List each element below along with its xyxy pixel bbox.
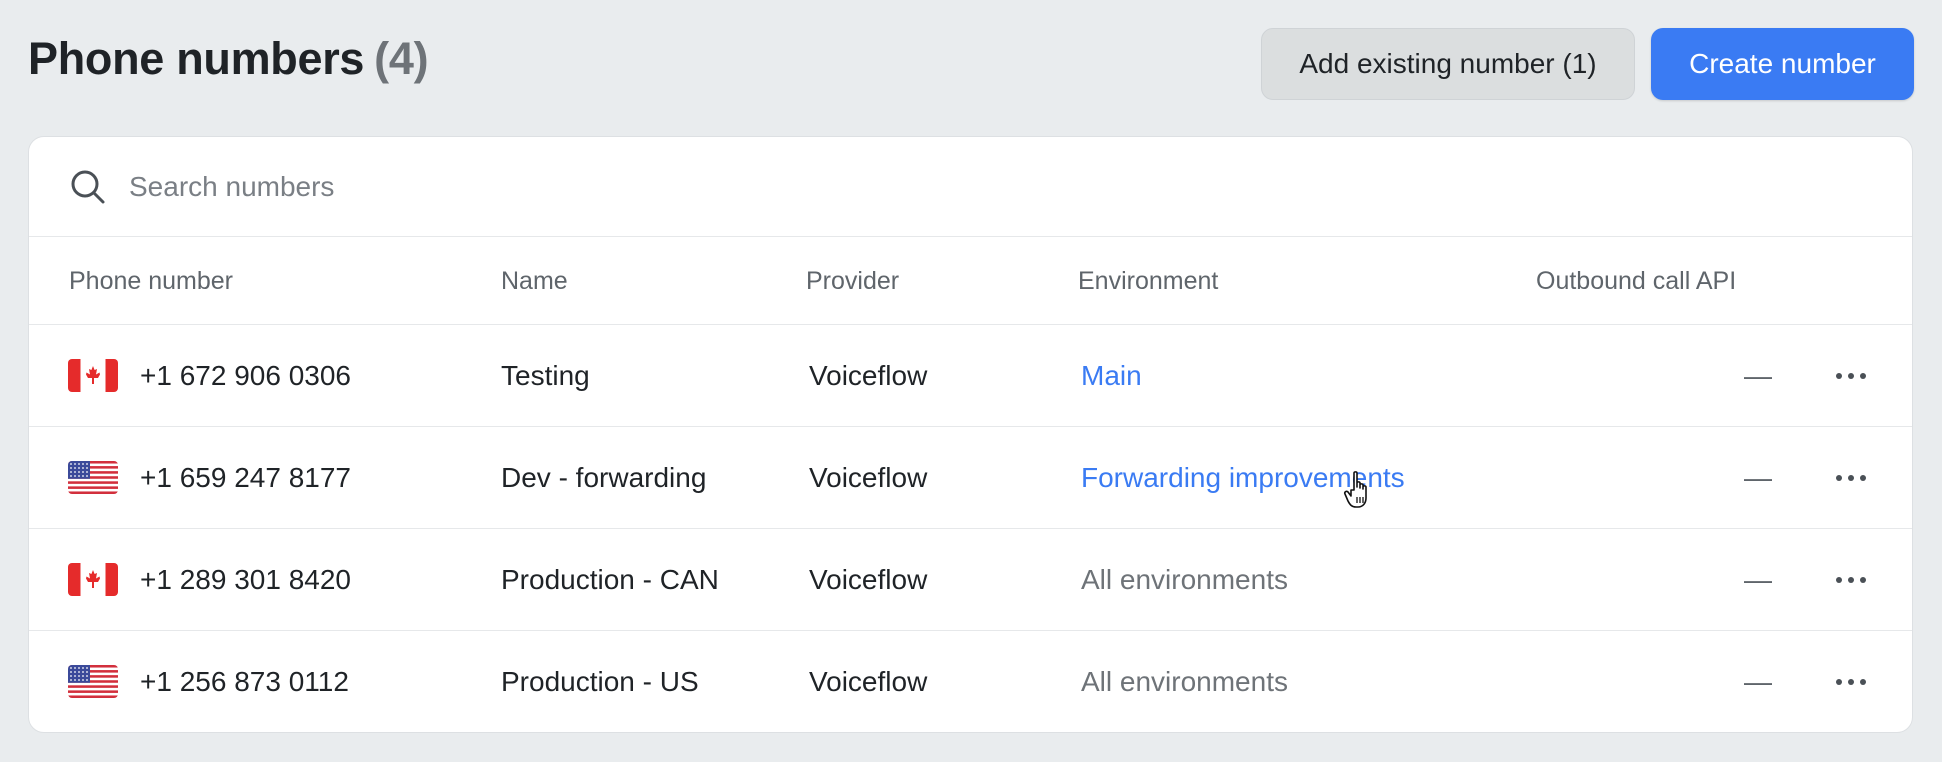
provider-cell: Voiceflow: [809, 666, 928, 697]
outbound-call-api-cell: —: [1744, 462, 1772, 493]
name-cell: Production - CAN: [501, 564, 719, 595]
canada-flag-icon: [68, 359, 118, 392]
header-actions: Add existing number (1) Create number: [1261, 28, 1914, 100]
create-number-button[interactable]: Create number: [1651, 28, 1914, 100]
page-title: Phone numbers (4): [28, 33, 429, 85]
column-header-name: Name: [501, 267, 568, 295]
column-header-environment: Environment: [1078, 267, 1219, 295]
phone-number-cell: +1 672 906 0306: [140, 360, 351, 391]
phone-number-cell: +1 289 301 8420: [140, 564, 351, 595]
hand-cursor-icon: [1343, 471, 1367, 508]
page-title-text: Phone numbers: [28, 33, 365, 84]
more-options-icon[interactable]: [1829, 463, 1873, 493]
more-options-icon[interactable]: [1829, 565, 1873, 595]
column-header-phone-number: Phone number: [69, 267, 234, 295]
provider-cell: Voiceflow: [809, 462, 928, 493]
more-options-icon[interactable]: [1829, 667, 1873, 697]
canada-flag-icon: [68, 563, 118, 596]
table-row[interactable]: +1 659 247 8177 Dev - forwarding Voiceflow…: [29, 427, 1912, 529]
provider-cell: Voiceflow: [809, 564, 928, 595]
table-body: +1 672 906 0306 Testing Voiceflow Main — +1 6…: [29, 325, 1912, 732]
table-row[interactable]: +1 672 906 0306 Testing Voiceflow Main —: [29, 325, 1912, 427]
us-flag-icon: [68, 665, 118, 698]
search-input[interactable]: [127, 169, 731, 204]
column-header-outbound-call-api: Outbound call API: [1536, 267, 1737, 295]
page-header: Phone numbers (4) Add existing number (1)…: [28, 28, 1914, 102]
outbound-call-api-cell: —: [1744, 666, 1772, 697]
phone-number-cell: +1 256 873 0112: [140, 666, 349, 697]
environment-cell: All environments: [1081, 564, 1288, 595]
search-bar: [29, 137, 1912, 237]
table-row[interactable]: +1 256 873 0112 Production - US Voiceflow A…: [29, 631, 1912, 732]
name-cell: Testing: [501, 360, 590, 391]
phone-numbers-card: Phone number Name Provider Environment O…: [28, 136, 1913, 733]
table-row[interactable]: +1 289 301 8420 Production - CAN Voiceflow…: [29, 529, 1912, 631]
phone-number-count: (4): [374, 33, 429, 84]
more-options-icon[interactable]: [1829, 361, 1873, 391]
search-icon: [69, 168, 107, 206]
name-cell: Production - US: [501, 666, 699, 697]
outbound-call-api-cell: —: [1744, 564, 1772, 595]
provider-cell: Voiceflow: [809, 360, 928, 391]
add-existing-number-button[interactable]: Add existing number (1): [1261, 28, 1635, 100]
phone-number-cell: +1 659 247 8177: [140, 462, 351, 493]
environment-cell[interactable]: Main: [1081, 325, 1142, 427]
name-cell: Dev - forwarding: [501, 462, 707, 493]
column-header-provider: Provider: [806, 267, 900, 295]
us-flag-icon: [68, 461, 118, 494]
outbound-call-api-cell: —: [1744, 360, 1772, 391]
table-header: Phone number Name Provider Environment O…: [29, 237, 1912, 325]
environment-cell: All environments: [1081, 666, 1288, 697]
